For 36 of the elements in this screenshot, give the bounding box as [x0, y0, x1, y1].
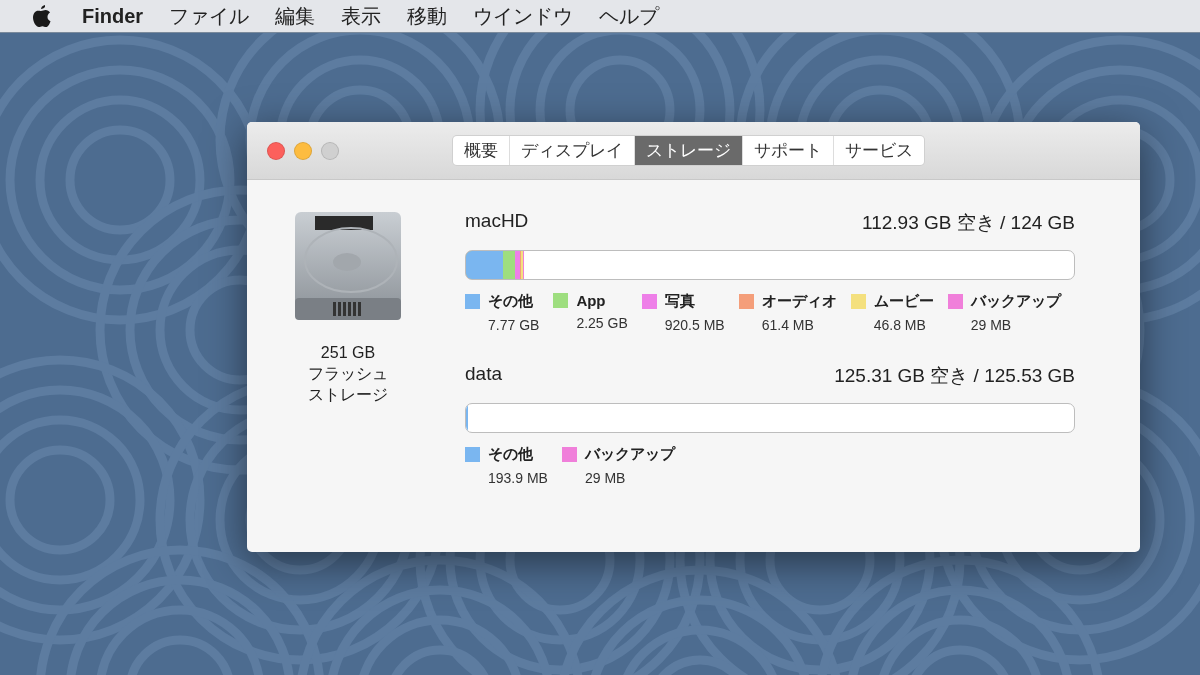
menu-item[interactable]: 編集 — [275, 2, 316, 30]
size-label: 193.9 MB — [488, 470, 548, 486]
tab[interactable]: 概要 — [453, 136, 509, 165]
menu-item[interactable]: ウインドウ — [473, 2, 574, 30]
legend-label: ムービー — [873, 292, 934, 311]
size-label: 29 MB — [584, 470, 627, 486]
size-label: 46.8 MB — [873, 317, 927, 333]
tab[interactable]: ストレージ — [634, 136, 742, 165]
legend-label: バックアップ — [970, 292, 1061, 311]
size-label: 61.4 MB — [761, 317, 815, 333]
free-space-label: 125.31 GB 空き / 125.53 GB — [834, 364, 1075, 388]
menu-item[interactable]: ヘルプ — [599, 2, 660, 30]
free-space-label: 112.93 GB 空き / 124 GB — [862, 211, 1075, 235]
legend-label: 写真 — [664, 292, 695, 311]
menu-item[interactable]: ファイル — [169, 2, 250, 30]
legend-label: バックアップ — [584, 445, 675, 464]
size-label: 920.5 MB — [664, 317, 725, 333]
size-label: 7.77 GB — [488, 317, 540, 333]
tab[interactable]: サポート — [742, 136, 833, 165]
legend-label: その他 — [488, 292, 533, 311]
legend-label: App — [576, 292, 606, 309]
menu-item[interactable]: Finder — [82, 4, 144, 28]
volume-name: macHD — [465, 210, 529, 233]
volume-name: data — [465, 363, 502, 386]
apple-icon[interactable] — [30, 4, 52, 28]
size-label: 2.25 GB — [576, 315, 628, 331]
capacity-label: 251 GB — [320, 343, 376, 363]
legend-label: その他 — [488, 445, 533, 464]
menu-item[interactable]: 表示 — [341, 2, 382, 30]
hard-drive-icon — [293, 210, 403, 322]
minimize-button[interactable] — [294, 141, 312, 160]
menu-item[interactable]: 移動 — [407, 2, 448, 30]
drive-type-label: フラッシュストレージ — [307, 364, 389, 405]
legend-label: オーディオ — [761, 292, 837, 311]
close-button[interactable] — [267, 141, 285, 160]
size-label: 29 MB — [970, 317, 1013, 333]
